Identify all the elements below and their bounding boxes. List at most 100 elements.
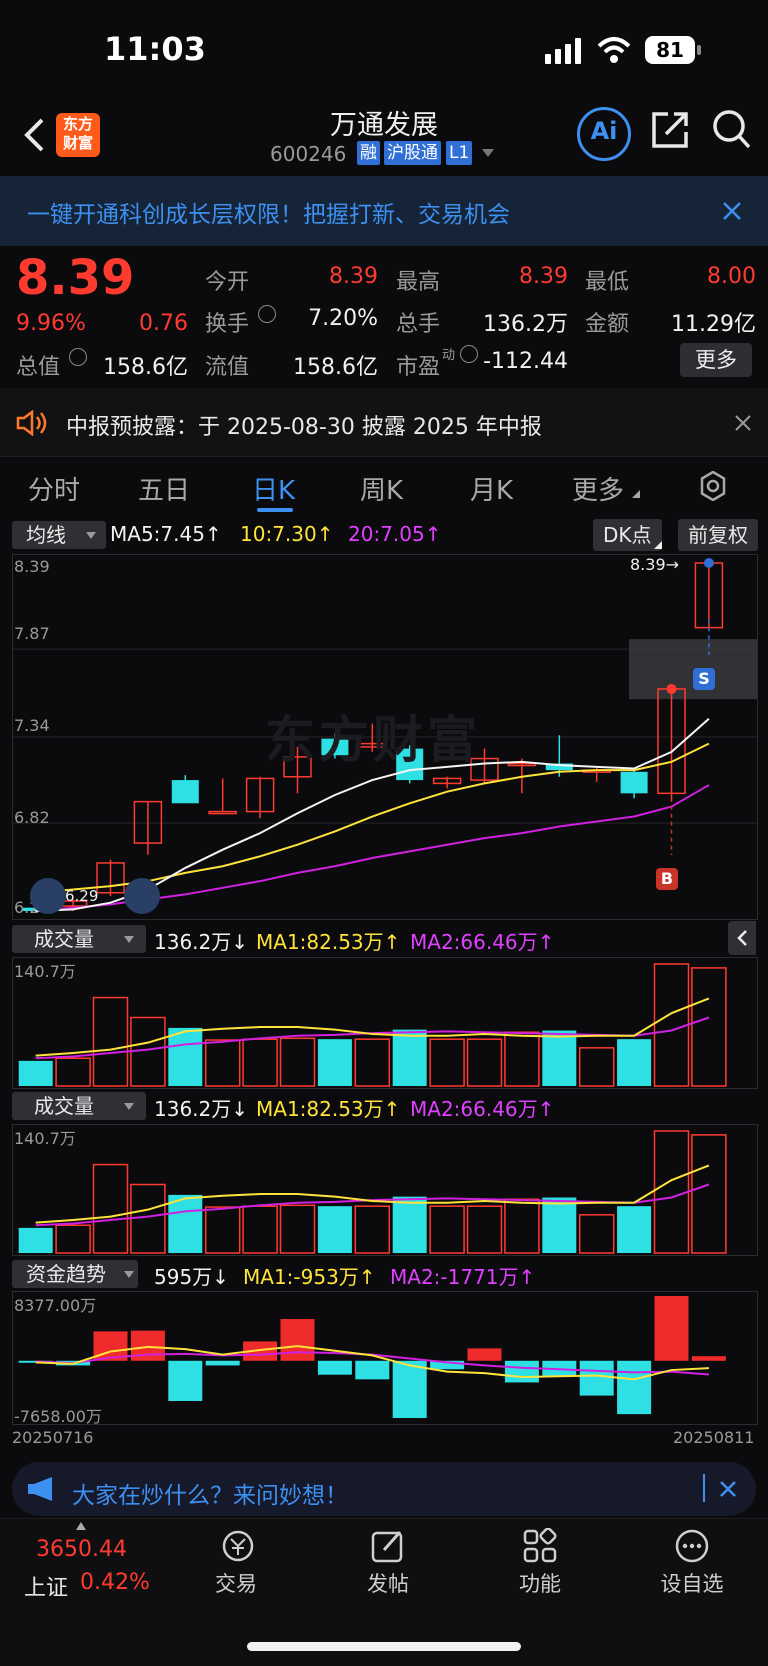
- fund-indicator-label: 资金趋势: [26, 1262, 106, 1286]
- amount-label: 金额: [585, 312, 630, 337]
- dk-point-button[interactable]: DK点: [593, 519, 662, 551]
- fund-bar: [617, 1360, 652, 1415]
- nav-trade[interactable]: 交易: [186, 1568, 286, 1598]
- share-icon[interactable]: [650, 110, 690, 150]
- ma20-legend: 20:7.05↑: [348, 522, 442, 546]
- change-percent: 9.96%: [16, 311, 86, 336]
- info-icon[interactable]: [258, 305, 276, 323]
- notice-text: 中报预披露：于 2025-08-30 披露 2025 年中报: [66, 415, 542, 440]
- candle-body: [171, 780, 199, 804]
- volume2-chart[interactable]: [12, 1124, 758, 1256]
- adjust-button[interactable]: 前复权: [678, 519, 758, 551]
- close-icon[interactable]: [735, 415, 751, 431]
- volume-bar: [429, 1038, 465, 1087]
- volume-bar: [392, 1196, 427, 1253]
- trade-icon[interactable]: [218, 1528, 258, 1564]
- tab-intraday[interactable]: 分时: [28, 470, 80, 507]
- tab-monthly-k[interactable]: 月K: [470, 470, 513, 507]
- gear-icon[interactable]: [698, 471, 728, 501]
- volume-bar: [354, 1205, 391, 1254]
- ma5-legend: MA5:7.45↑: [110, 522, 222, 546]
- back-icon[interactable]: [22, 117, 46, 153]
- watermark: 东方财富: [265, 711, 481, 769]
- info-icon[interactable]: [69, 348, 87, 366]
- date-end-label: 20250811: [673, 1428, 755, 1447]
- last-price-tag: 8.39→: [630, 555, 680, 574]
- volume-bar: [242, 1038, 278, 1087]
- volume-bar: [691, 1134, 727, 1254]
- volume-bar: [542, 1197, 577, 1253]
- volume-label: 总手: [396, 312, 441, 337]
- close-icon[interactable]: [722, 201, 742, 221]
- ask-bar-text[interactable]: 大家在炒什么？来问妙想！: [72, 1476, 348, 1510]
- corner-triangle-icon: [632, 490, 640, 498]
- buy-marker[interactable]: B: [656, 868, 678, 890]
- triangle-up-icon: [76, 1522, 86, 1530]
- volume-ma2-line: [35, 1016, 710, 1060]
- buy-dot: [666, 683, 677, 694]
- volume-bar: [168, 1027, 203, 1086]
- amount-value: 11.29亿: [671, 312, 756, 337]
- fund-value-legend: 595万↓: [154, 1265, 229, 1289]
- volume2-indicator-label: 成交量: [34, 1094, 94, 1118]
- fund-svg: [18, 1296, 726, 1419]
- close-icon[interactable]: [720, 1481, 736, 1497]
- volume-bar: [653, 1130, 690, 1254]
- volume-bar: [504, 1031, 540, 1087]
- volume-indicator-label: 成交量: [34, 927, 94, 951]
- date-start-label: 20250716: [12, 1428, 94, 1447]
- sell-marker[interactable]: S: [693, 668, 715, 690]
- function-icon[interactable]: [522, 1528, 558, 1564]
- volume-bar: [578, 1214, 615, 1254]
- collapse-icon[interactable]: [30, 878, 66, 914]
- nav-add-watchlist[interactable]: 设自选: [642, 1568, 742, 1598]
- volume-bar: [354, 1038, 391, 1087]
- volume2-value-legend: 136.2万↓: [154, 1097, 249, 1121]
- high-label: 最高: [396, 270, 441, 295]
- volume-bar: [617, 1039, 652, 1086]
- info-icon[interactable]: [460, 345, 478, 363]
- sell-dot: [703, 558, 714, 568]
- volume-bar: [279, 1204, 316, 1254]
- fund-bar: [205, 1360, 240, 1366]
- corner-triangle-icon: [654, 541, 662, 549]
- tab-daily-k[interactable]: 日K: [252, 470, 295, 507]
- volume-bar: [55, 1057, 91, 1087]
- speaker-icon: [16, 410, 47, 436]
- promo-banner-text[interactable]: 一键开通科创成长层权限！把握打新、交易机会: [27, 195, 510, 229]
- megaphone-icon: [28, 1477, 52, 1501]
- post-icon[interactable]: [370, 1528, 406, 1564]
- volume-bar: [130, 1016, 166, 1087]
- volume-bar: [130, 1183, 166, 1254]
- nav-function[interactable]: 功能: [490, 1568, 590, 1598]
- tab-five-day[interactable]: 五日: [138, 470, 190, 507]
- fund-indicator-select[interactable]: 资金趋势: [12, 1260, 138, 1288]
- tab-more[interactable]: 更多: [572, 470, 624, 507]
- chevron-down-icon: [124, 1103, 134, 1110]
- chevron-down-icon[interactable]: [482, 149, 494, 157]
- volume-ma2-legend: MA2:66.46万↑: [410, 930, 555, 954]
- volume-bar: [392, 1029, 427, 1086]
- more-dots-icon[interactable]: [674, 1528, 710, 1564]
- index-value[interactable]: 3650.44: [36, 1537, 127, 1562]
- volume-chart[interactable]: [12, 957, 758, 1089]
- fund-ma2-legend: MA2:-1771万↑: [390, 1265, 536, 1289]
- search-icon[interactable]: [712, 109, 752, 151]
- chevron-left-icon: [737, 930, 747, 946]
- volume-max-label: 140.7万: [14, 962, 76, 981]
- volume-bar: [279, 1037, 316, 1087]
- tab-weekly-k[interactable]: 周K: [360, 470, 403, 507]
- volume-bar: [242, 1205, 278, 1254]
- volume-ma1-line: [35, 1164, 710, 1224]
- fund-chart[interactable]: [12, 1291, 758, 1425]
- nav-post[interactable]: 发帖: [338, 1568, 438, 1598]
- chevron-down-icon: [86, 532, 96, 539]
- high-value: 8.39: [519, 264, 568, 289]
- candle-body: [620, 771, 648, 794]
- volume-bar: [429, 1205, 465, 1254]
- expand-icon[interactable]: [124, 878, 160, 914]
- volume2-ma1-legend: MA1:82.53万↑: [256, 1097, 401, 1121]
- nav-bar: 东方 财富 万通发展 600246 融 沪股通 L1 Ai: [0, 95, 768, 175]
- more-button[interactable]: 更多: [680, 343, 752, 377]
- volume-value-legend: 136.2万↓: [154, 930, 249, 954]
